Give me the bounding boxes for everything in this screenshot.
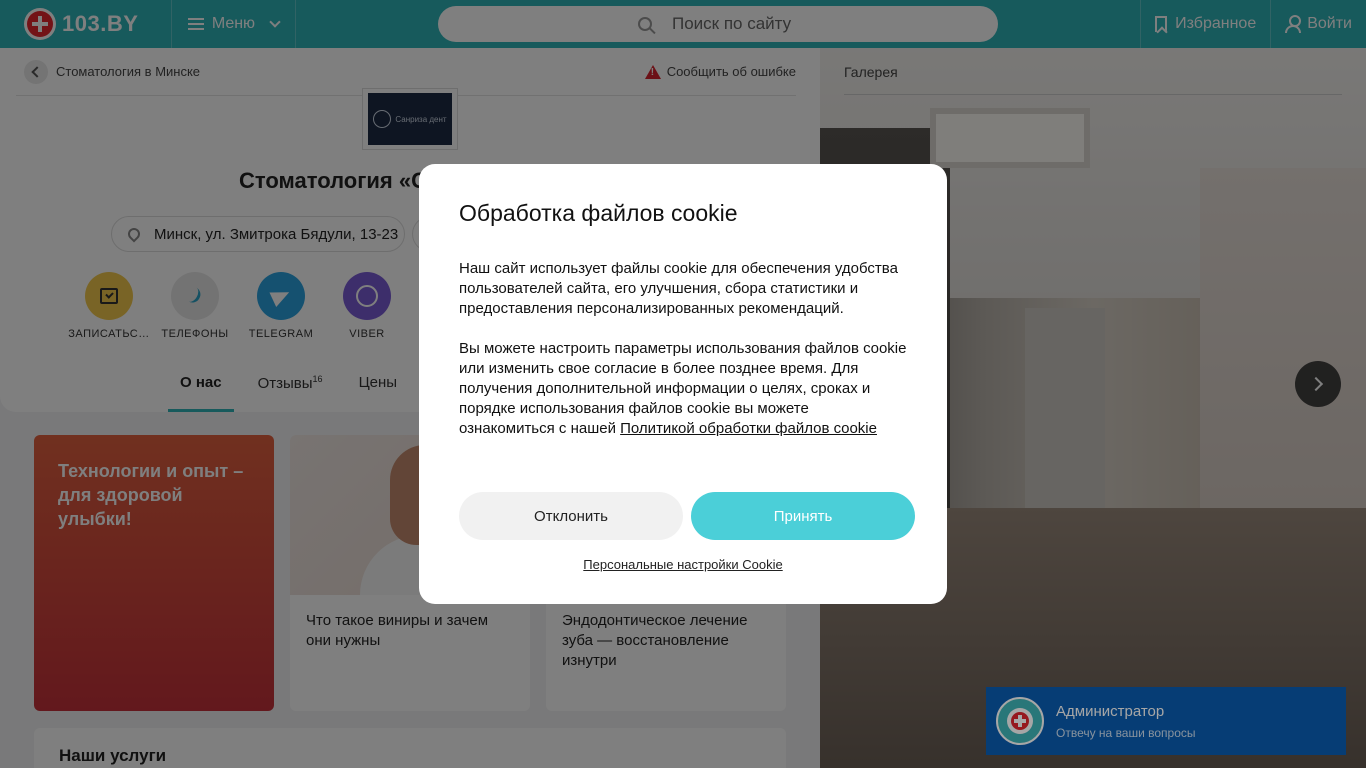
cookie-paragraph-2: Вы можете настроить параметры использова…	[459, 339, 907, 439]
chat-dim-overlay	[986, 687, 1346, 755]
cookie-dialog: Обработка файлов cookie Наш сайт использ…	[419, 164, 947, 604]
cookie-title: Обработка файлов cookie	[459, 200, 738, 226]
accept-button[interactable]: Принять	[691, 492, 915, 540]
personal-cookie-settings-link[interactable]: Персональные настройки Cookie	[419, 557, 947, 572]
decline-button[interactable]: Отклонить	[459, 492, 683, 540]
cookie-paragraph-1: Наш сайт использует файлы cookie для обе…	[459, 260, 898, 317]
cookie-policy-link[interactable]: Политикой обработки файлов cookie	[620, 420, 877, 437]
